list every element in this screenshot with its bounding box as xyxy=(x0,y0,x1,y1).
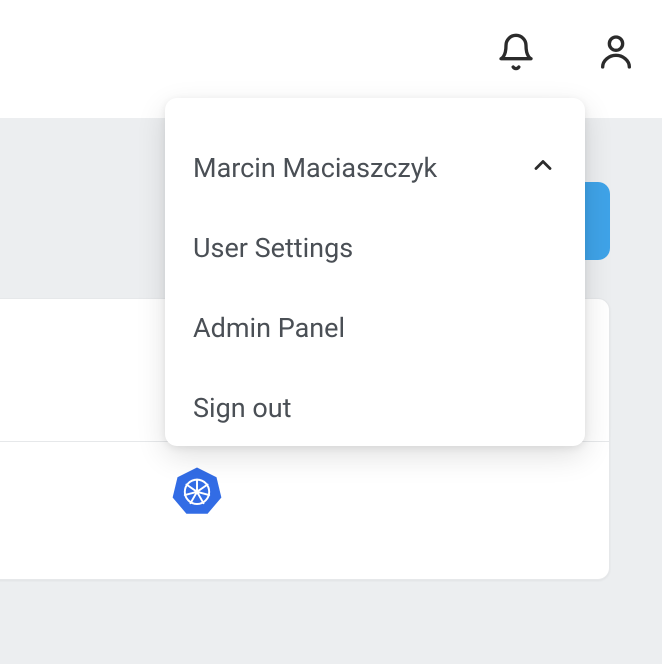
account-dropdown: Marcin Maciaszczyk User Settings Admin P… xyxy=(165,98,585,446)
dropdown-user-name: Marcin Maciaszczyk xyxy=(193,152,437,184)
account-menu-button[interactable] xyxy=(592,30,640,78)
menu-item-label: User Settings xyxy=(193,232,353,264)
bell-icon xyxy=(496,32,536,76)
kubernetes-icon xyxy=(171,465,223,517)
menu-item-sign-out[interactable]: Sign out xyxy=(165,368,585,448)
menu-item-user-settings[interactable]: User Settings xyxy=(165,208,585,288)
menu-item-label: Admin Panel xyxy=(193,312,345,344)
menu-item-admin-panel[interactable]: Admin Panel xyxy=(165,288,585,368)
user-icon xyxy=(596,32,636,76)
dropdown-user-header[interactable]: Marcin Maciaszczyk xyxy=(165,128,585,208)
chevron-up-icon xyxy=(529,151,557,186)
notifications-button[interactable] xyxy=(492,30,540,78)
menu-item-label: Sign out xyxy=(193,392,291,424)
